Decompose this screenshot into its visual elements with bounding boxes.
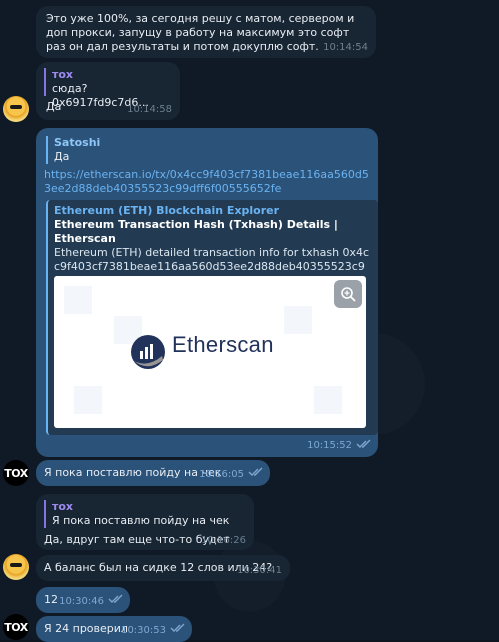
reply-quote[interactable]: тох сюда? 0x6917fd9c7d6...: [44, 68, 180, 109]
message-bubble[interactable]: Я пока поставлю пойду на чек 10:16:05: [36, 460, 270, 486]
message-bubble[interactable]: 12 10:30:46: [36, 587, 130, 613]
message-time: 10:14:58: [127, 104, 172, 115]
reply-text: Я пока поставлю пойду на чек: [52, 514, 230, 527]
message-bubble[interactable]: Satoshi Да https://etherscan.io/tx/0x4cc…: [36, 128, 378, 457]
preview-site-name: Ethereum (ETH) Blockchain Explorer: [54, 204, 280, 217]
reply-author: Satoshi: [54, 136, 101, 149]
message-time: 10:16:05: [199, 469, 244, 480]
preview-image[interactable]: Etherscan: [54, 276, 366, 428]
message-link[interactable]: https://etherscan.io/tx/0x4cc9f403cf7381…: [44, 168, 370, 196]
zoom-in-icon[interactable]: [334, 280, 362, 308]
message-text: Да: [46, 100, 62, 113]
reply-author: тох: [52, 68, 74, 81]
reply-author: тох: [52, 500, 74, 513]
message-time: 10:15:52: [307, 440, 352, 451]
avatar[interactable]: [3, 554, 29, 580]
message-time: 10:30:46: [59, 596, 104, 607]
message-text: Я 24 проверил: [44, 622, 128, 635]
double-check-icon: [108, 594, 124, 608]
reply-quote[interactable]: тох Я пока поставлю пойду на чек: [44, 500, 229, 528]
preview-title: Ethereum Transaction Hash (Txhash) Detai…: [54, 218, 338, 245]
message-text: Я пока поставлю пойду на чек: [44, 466, 222, 479]
reply-quote[interactable]: Satoshi Да: [46, 136, 100, 164]
message-time: 10:14:54: [323, 42, 368, 53]
message-time: 10:30:53: [121, 625, 166, 636]
etherscan-wordmark: Etherscan: [172, 332, 274, 357]
double-check-icon: [356, 439, 372, 453]
message-time: 10:30:41: [237, 565, 282, 576]
avatar[interactable]: TOX: [3, 460, 29, 486]
message-bubble[interactable]: тох сюда? 0x6917fd9c7d6... Да 10:14:58: [36, 62, 180, 120]
avatar[interactable]: TOX: [3, 614, 29, 640]
avatar[interactable]: [3, 96, 29, 122]
message-text: Это уже 100%, за сегодня решу с матом, с…: [46, 12, 355, 53]
reply-text: Да: [54, 150, 70, 163]
etherscan-logo-icon: [130, 334, 166, 370]
message-bubble[interactable]: Это уже 100%, за сегодня решу с матом, с…: [36, 6, 376, 58]
message-text: 12: [44, 593, 58, 606]
message-time: 10:16:26: [201, 535, 246, 546]
double-check-icon: [170, 623, 186, 637]
link-preview[interactable]: Ethereum (ETH) Blockchain Explorer Ether…: [46, 200, 378, 435]
double-check-icon: [248, 467, 264, 481]
message-bubble[interactable]: А баланс был на сидке 12 слов или 24? 10…: [36, 555, 290, 581]
message-bubble[interactable]: тох Я пока поставлю пойду на чек Да, вдр…: [36, 494, 254, 550]
message-bubble[interactable]: Я 24 проверил 10:30:53: [36, 616, 192, 642]
